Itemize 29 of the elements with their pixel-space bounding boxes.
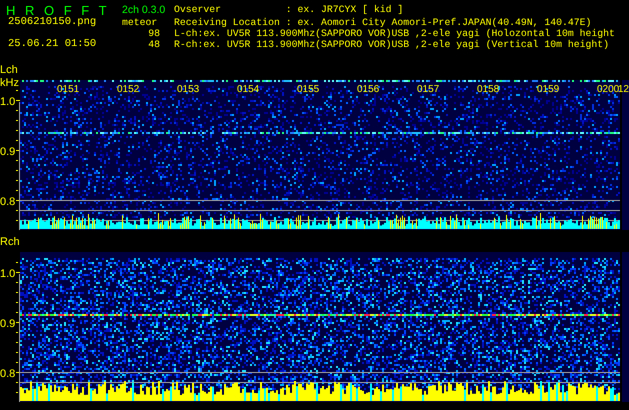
info-line: Receiving Location : ex. Aomori City Aomori-Pref.JAPAN(40.49N, 140.47E) (174, 17, 592, 28)
time-label: 0151 (57, 84, 80, 95)
axis-tick-label: 0.8 (0, 368, 16, 380)
time-label: 0200 (597, 84, 620, 95)
meteor-count: 98 (147, 28, 161, 39)
axis-tick-label: 1.0 (0, 96, 16, 108)
meteor-count: 48 (147, 39, 161, 51)
time-label: 0158 (477, 84, 500, 95)
channel-label: Lch (0, 64, 18, 76)
info-line: R-ch:ex. UV5R 113.900Mhz(SAPPORO VOR)USB ,2-ele yagi (Vertical 10m height) (174, 39, 610, 51)
filename-label: 2506210150.png (7, 17, 98, 28)
datetime-label: 25.06.21 01:50 (7, 39, 98, 51)
time-label: 12 (618, 84, 629, 95)
info-line: L-ch:ex. UV5R 113.900Mhz(SAPPORO VOR)USB ,2-ele yagi (Holozontal 10m height (174, 28, 616, 39)
channel-label: Rch (0, 236, 20, 248)
unit-label: kHz (0, 77, 19, 89)
axis-tick-label: 0.8 (0, 196, 16, 208)
time-label: 0152 (117, 84, 140, 95)
version-label: 2ch 0.3.0 (122, 4, 166, 17)
meteor-label: meteor (122, 17, 158, 28)
time-label: 0153 (177, 84, 200, 95)
axis-tick-label: 0.9 (0, 318, 16, 330)
app-title: H R O F F T (5, 4, 108, 17)
axis-tick-label: 1.0 (0, 268, 16, 280)
time-label: 0156 (357, 84, 380, 95)
axis-tick-label: 0.9 (0, 146, 16, 158)
info-line: Ovserver : ex. JR7CYX [ kid ] (174, 4, 404, 17)
time-label: 0157 (417, 84, 440, 95)
time-label: 0155 (297, 84, 320, 95)
